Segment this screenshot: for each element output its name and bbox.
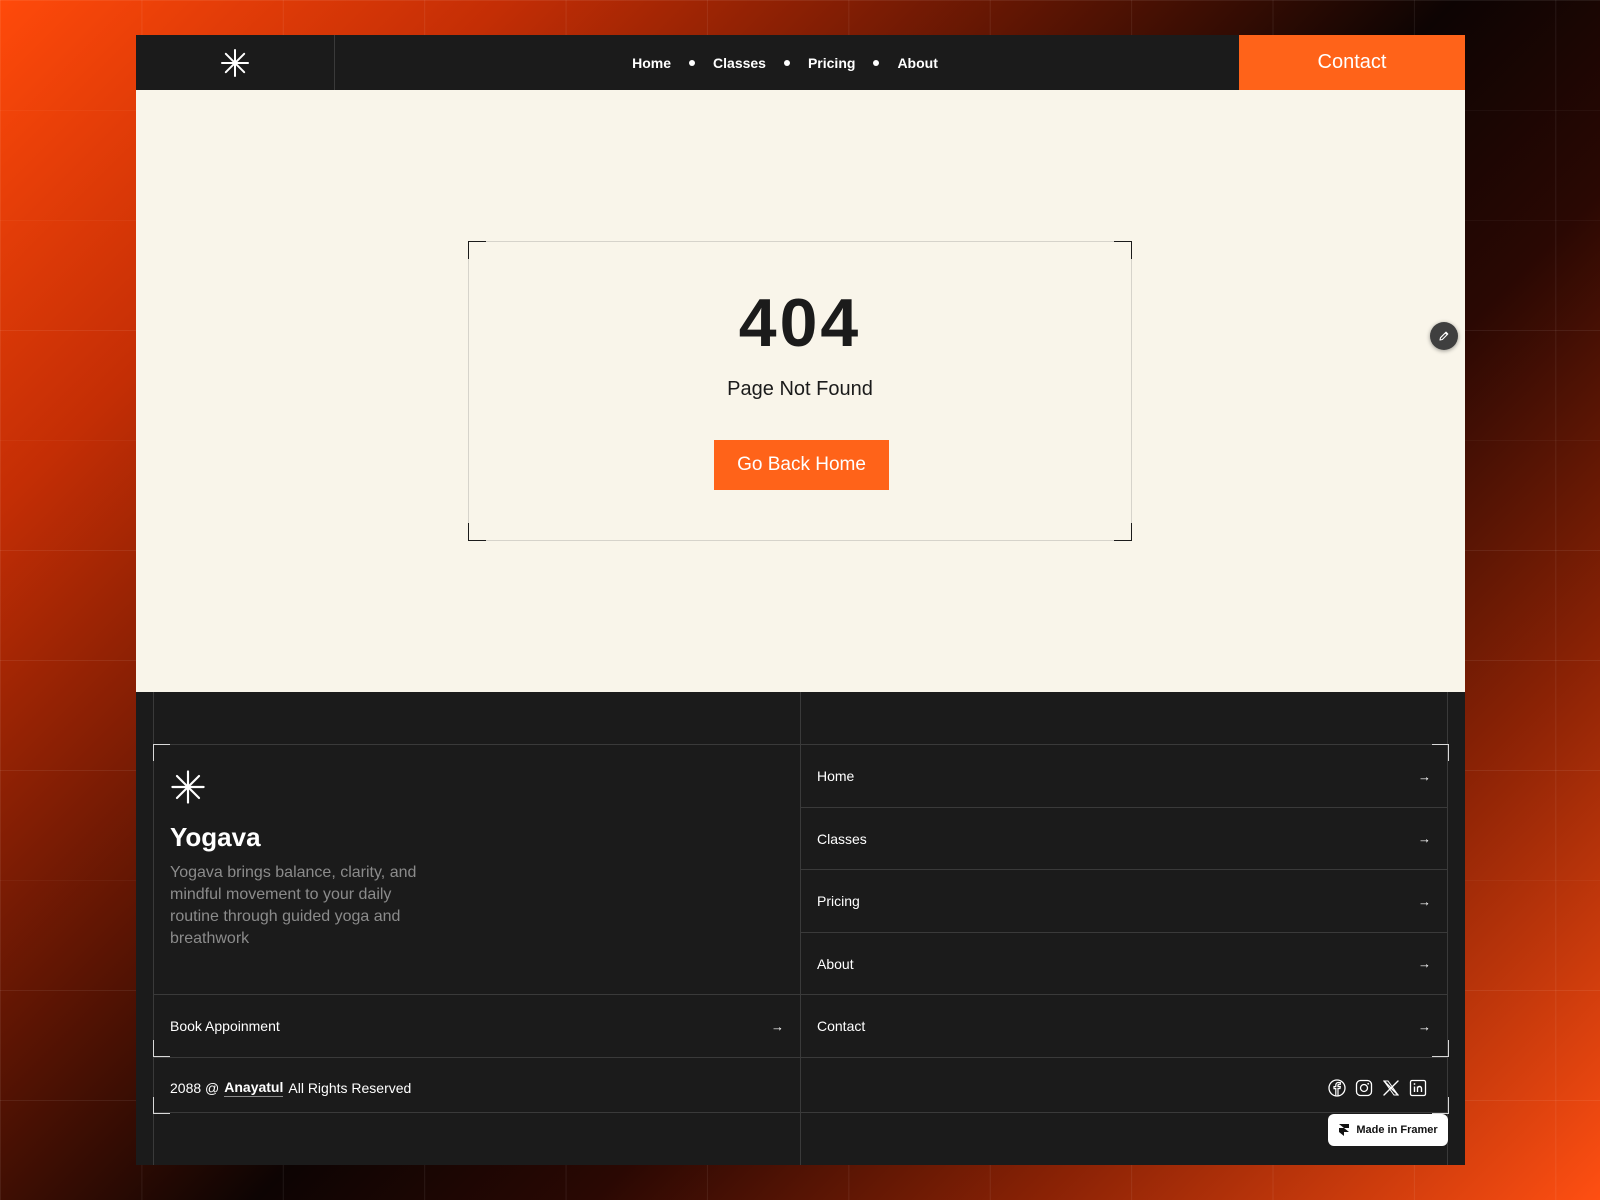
social-links bbox=[1327, 1078, 1427, 1097]
footer-link-pricing[interactable]: Pricing → bbox=[801, 870, 1447, 932]
arrow-right-icon: → bbox=[1418, 956, 1431, 971]
footer: Yogava Yogava brings balance, clarity, a… bbox=[136, 692, 1465, 1165]
corner-bracket bbox=[468, 523, 486, 541]
footer-link-classes[interactable]: Classes → bbox=[801, 808, 1447, 869]
x-icon[interactable] bbox=[1381, 1078, 1400, 1097]
nav-separator-dot bbox=[689, 59, 696, 66]
nav-separator-dot bbox=[873, 59, 880, 66]
corner-bracket bbox=[468, 241, 486, 259]
footer-link-label: Pricing bbox=[817, 893, 860, 909]
error-code: 404 bbox=[738, 285, 862, 361]
nav-link-about[interactable]: About bbox=[897, 55, 937, 71]
nav-link-pricing[interactable]: Pricing bbox=[808, 55, 855, 71]
footer-link-label: Home bbox=[817, 768, 855, 784]
footer-link-label: About bbox=[817, 955, 854, 972]
top-nav: Home Classes Pricing About Contact bbox=[136, 35, 1465, 90]
nav-link-home[interactable]: Home bbox=[632, 55, 671, 71]
corner-bracket bbox=[1114, 241, 1132, 259]
instagram-icon[interactable] bbox=[1354, 1078, 1373, 1097]
linkedin-icon[interactable] bbox=[1408, 1078, 1427, 1097]
corner-bracket bbox=[153, 1097, 170, 1114]
corner-bracket bbox=[153, 744, 170, 761]
footer-description: Yogava brings balance, clarity, and mind… bbox=[170, 864, 417, 947]
footer-link-home[interactable]: Home → bbox=[801, 745, 1447, 807]
arrow-right-icon: → bbox=[1418, 768, 1431, 784]
book-appointment-label: Book Appoinment bbox=[170, 1018, 280, 1034]
copyright-prefix: 2088 @ bbox=[170, 1080, 220, 1096]
footer-link-about[interactable]: About → bbox=[801, 933, 1447, 994]
copyright-suffix: All Rights Reserved bbox=[288, 1080, 412, 1096]
pencil-icon bbox=[1439, 331, 1449, 341]
arrow-right-icon: → bbox=[1418, 831, 1431, 846]
asterisk-logo-icon bbox=[171, 770, 205, 804]
arrow-right-icon: → bbox=[1418, 893, 1431, 909]
error-message: Page Not Found bbox=[727, 378, 873, 400]
corner-bracket bbox=[1114, 523, 1132, 541]
nav-link-classes[interactable]: Classes bbox=[713, 55, 766, 71]
footer-link-label: Classes bbox=[817, 830, 867, 847]
logo[interactable] bbox=[136, 35, 335, 90]
go-back-home-button[interactable]: Go Back Home bbox=[714, 440, 889, 490]
book-appointment-link[interactable]: Book Appoinment → bbox=[154, 995, 800, 1057]
page-frame: Home Classes Pricing About Contact 404 P… bbox=[136, 35, 1465, 1165]
footer-link-label: Contact bbox=[817, 1018, 866, 1034]
divider bbox=[153, 692, 154, 1165]
edit-button[interactable] bbox=[1430, 322, 1458, 350]
made-in-framer-badge[interactable]: Made in Framer bbox=[1328, 1114, 1448, 1146]
footer-link-contact[interactable]: Contact → bbox=[801, 995, 1447, 1057]
divider bbox=[153, 1112, 1447, 1113]
arrow-right-icon: → bbox=[1418, 1018, 1431, 1034]
asterisk-logo-icon bbox=[221, 48, 249, 77]
contact-button[interactable]: Contact bbox=[1239, 35, 1465, 90]
divider bbox=[1447, 692, 1448, 1165]
main-content: 404 Page Not Found Go Back Home bbox=[136, 90, 1465, 692]
facebook-icon[interactable] bbox=[1327, 1078, 1346, 1097]
nav-separator-dot bbox=[783, 59, 790, 66]
framer-icon bbox=[1339, 1124, 1350, 1136]
framer-badge-label: Made in Framer bbox=[1356, 1124, 1438, 1136]
footer-brand: Yogava bbox=[170, 822, 261, 852]
author-link[interactable]: Anayatul bbox=[224, 1079, 284, 1097]
arrow-right-icon: → bbox=[771, 1018, 784, 1034]
corner-bracket bbox=[1432, 1097, 1449, 1114]
error-card: 404 Page Not Found Go Back Home bbox=[468, 241, 1132, 541]
divider bbox=[153, 1057, 1447, 1058]
copyright: 2088 @ Anayatul All Rights Reserved bbox=[170, 1076, 411, 1100]
footer-logo bbox=[170, 769, 206, 810]
nav-links: Home Classes Pricing About bbox=[335, 35, 1375, 90]
